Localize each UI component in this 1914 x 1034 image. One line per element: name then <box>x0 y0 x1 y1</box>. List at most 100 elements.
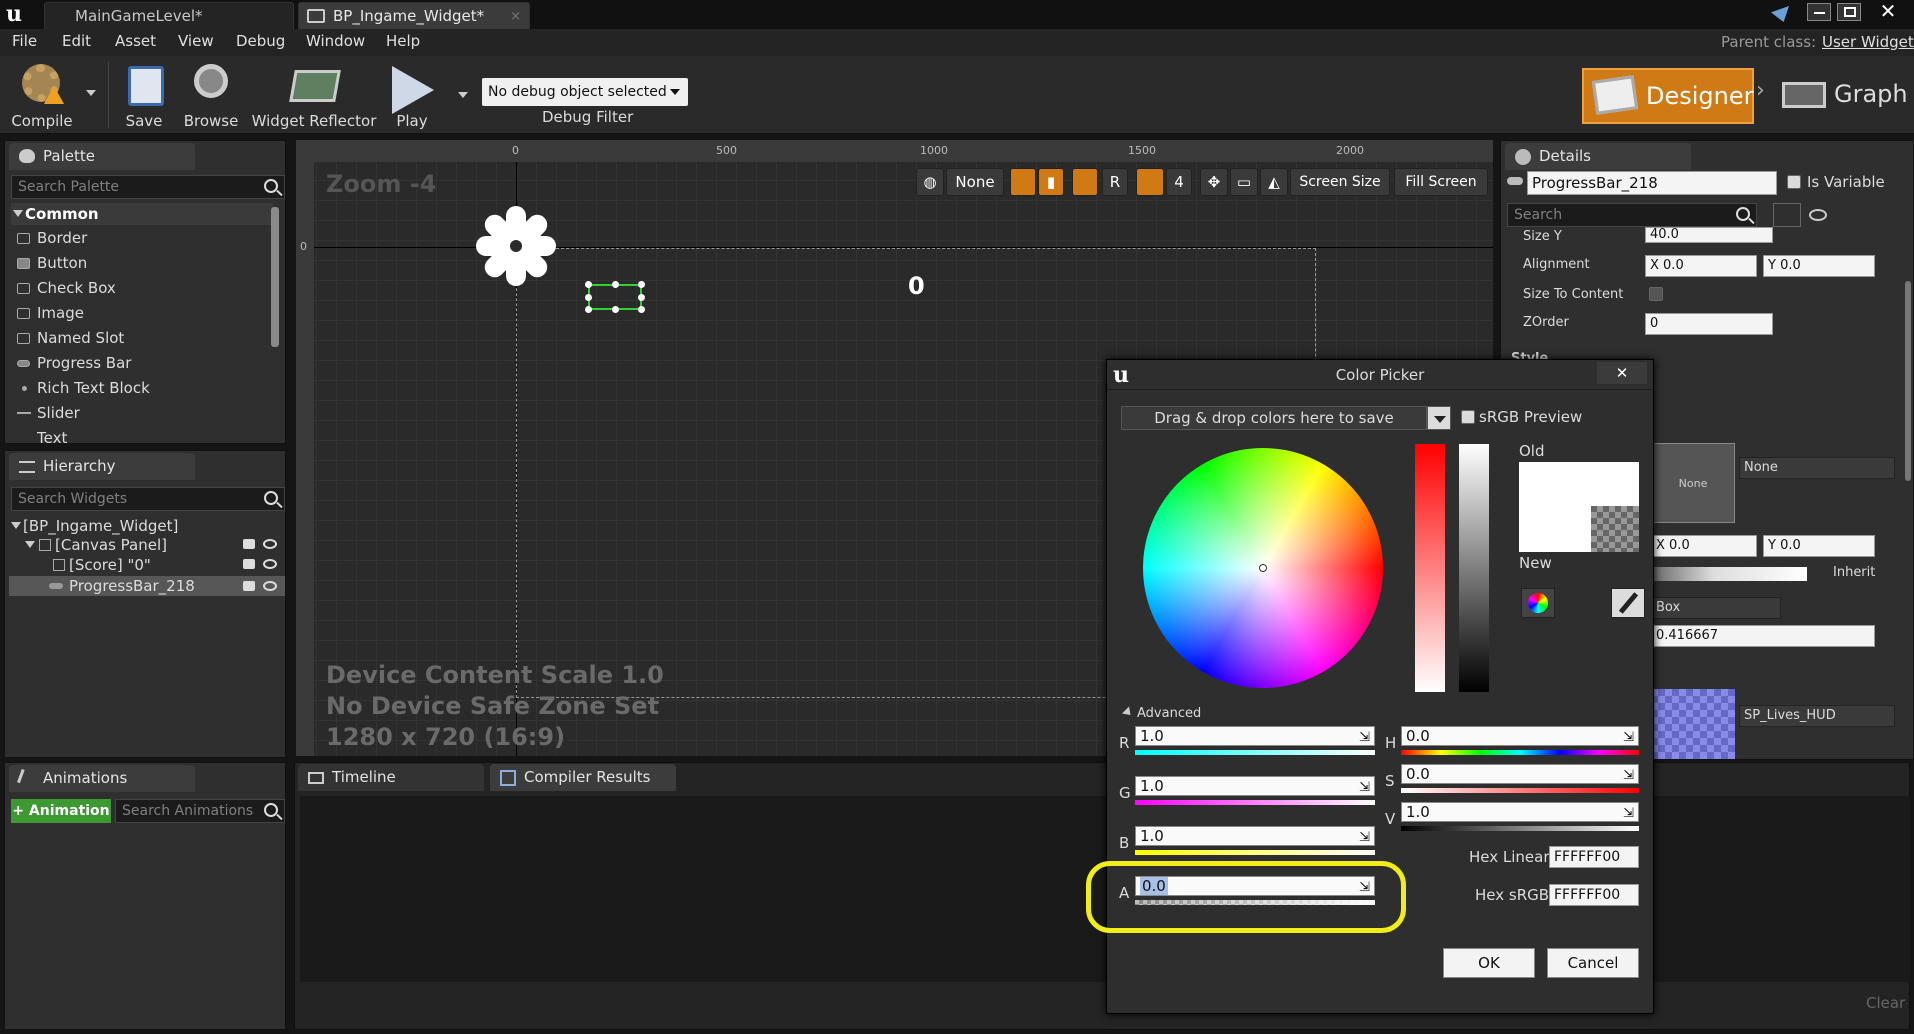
resize-handle[interactable] <box>638 281 645 288</box>
palette-tab[interactable]: Palette <box>9 143 195 170</box>
saturation-slider[interactable] <box>1415 444 1445 692</box>
save-button[interactable]: Save <box>112 60 176 132</box>
layout-toggle-icon[interactable] <box>1072 168 1098 196</box>
resize-handle[interactable] <box>585 306 592 313</box>
is-variable-checkbox[interactable] <box>1787 175 1801 189</box>
flip-icon[interactable]: ◭ <box>1260 168 1288 196</box>
lock-toggle-icon[interactable]: ▮ <box>1038 168 1064 196</box>
menu-debug[interactable]: Debug <box>236 32 285 50</box>
tree-progressbar-selected[interactable]: ProgressBar_218 <box>9 576 285 596</box>
widget-reflector-button[interactable]: Widget Reflector <box>250 60 378 132</box>
color-picker-titlebar[interactable]: u Color Picker ✕ <box>1107 360 1653 390</box>
hierarchy-tab[interactable]: Hierarchy <box>9 453 195 480</box>
s-slider[interactable]: 0.0 ⇲ <box>1401 764 1639 784</box>
fill-screen-dropdown[interactable]: Fill Screen <box>1394 168 1488 196</box>
tree-score[interactable]: [Score] "0" <box>25 556 283 574</box>
palette-search-input[interactable]: Search Palette <box>11 175 285 199</box>
grid-snap-icon[interactable] <box>1136 168 1164 196</box>
padding-y-field[interactable]: Y 0.0 <box>1763 535 1875 557</box>
r-button[interactable]: R <box>1102 168 1128 196</box>
compiler-results-tab[interactable]: Compiler Results <box>490 764 676 791</box>
close-window-button[interactable]: ✕ <box>1868 0 1908 22</box>
resize-handle[interactable] <box>585 294 592 301</box>
palette-item-named-slot[interactable]: Named Slot <box>17 329 124 347</box>
minimize-button[interactable] <box>1807 3 1831 21</box>
eye-icon[interactable] <box>263 581 277 591</box>
widget-name-field[interactable]: ProgressBar_218 <box>1527 171 1777 195</box>
size-to-content-checkbox[interactable] <box>1649 287 1663 301</box>
padding-x-field[interactable]: X 0.0 <box>1651 535 1757 557</box>
grid-view-icon[interactable] <box>1773 203 1801 227</box>
close-tab-icon[interactable]: × <box>510 3 521 30</box>
resize-handle[interactable] <box>638 306 645 313</box>
hex-srgb-field[interactable]: FFFFFF00 <box>1549 884 1639 906</box>
timeline-tab[interactable]: Timeline <box>298 764 484 791</box>
none-button[interactable]: None <box>946 168 1004 196</box>
image-icon[interactable]: ▭ <box>1230 168 1258 196</box>
menu-window[interactable]: Window <box>306 32 365 50</box>
details-scrollbar[interactable] <box>1905 281 1911 481</box>
parent-class-link[interactable]: User Widget <box>1822 33 1914 51</box>
unreal-logo[interactable]: u <box>6 1 32 27</box>
details-tab[interactable]: Details <box>1505 143 1691 170</box>
clear-button[interactable]: Clear <box>1866 994 1905 1012</box>
cancel-button[interactable]: Cancel <box>1547 948 1639 978</box>
b-slider[interactable]: 1.0 ⇲ <box>1135 826 1375 846</box>
alignment-x-field[interactable]: X 0.0 <box>1645 255 1757 277</box>
saved-colors-dropdown[interactable] <box>1427 406 1451 430</box>
progress-bar-selection[interactable] <box>585 281 645 313</box>
eye-icon[interactable] <box>263 559 277 569</box>
g-slider[interactable]: 1.0 ⇲ <box>1135 776 1375 796</box>
palette-item-border[interactable]: Border <box>17 229 87 247</box>
resize-handle[interactable] <box>638 294 645 301</box>
lock-icon[interactable] <box>243 581 255 591</box>
palette-item-slider[interactable]: Slider <box>17 404 80 422</box>
palette-scrollbar[interactable] <box>271 207 279 347</box>
grid-size-button[interactable]: 4 <box>1166 168 1192 196</box>
menu-edit[interactable]: Edit <box>62 32 91 50</box>
v-slider[interactable]: 1.0 ⇲ <box>1401 802 1639 822</box>
tab-bp-ingame-widget[interactable]: BP_Ingame_Widget* × <box>298 2 530 29</box>
palette-item-image[interactable]: Image <box>17 304 84 322</box>
zorder-field[interactable]: 0 <box>1645 313 1773 335</box>
eye-visibility-icon[interactable] <box>1809 209 1827 221</box>
fill-image-thumb[interactable] <box>1651 689 1735 759</box>
palette-item-progress-bar[interactable]: Progress Bar <box>17 354 131 372</box>
designer-tab[interactable]: Designer <box>1582 68 1754 124</box>
hierarchy-search-input[interactable]: Search Widgets <box>11 487 285 511</box>
resize-handle[interactable] <box>612 306 619 313</box>
color-wheel[interactable] <box>1143 448 1383 688</box>
alignment-y-field[interactable]: Y 0.0 <box>1763 255 1875 277</box>
menu-asset[interactable]: Asset <box>115 32 156 50</box>
color-theme-button[interactable] <box>1521 588 1555 618</box>
menu-help[interactable]: Help <box>386 32 420 50</box>
anchor-icon[interactable] <box>476 206 556 286</box>
palette-item-check-box[interactable]: Check Box <box>17 279 116 297</box>
lock-icon[interactable] <box>243 559 255 569</box>
add-animation-button[interactable]: + Animation <box>11 799 111 823</box>
menu-view[interactable]: View <box>178 32 214 50</box>
close-dialog-button[interactable]: ✕ <box>1597 362 1647 384</box>
notification-icon[interactable] <box>1771 6 1789 22</box>
draw-as-dropdown[interactable]: Box <box>1651 597 1781 619</box>
play-options-arrow[interactable] <box>458 92 468 98</box>
fill-image-dropdown[interactable]: SP_Lives_HUD <box>1739 705 1895 727</box>
resize-handle[interactable] <box>612 281 619 288</box>
palette-item-text[interactable]: Text <box>37 429 67 443</box>
eyedropper-button[interactable] <box>1611 588 1645 618</box>
screen-size-dropdown[interactable]: Screen Size <box>1290 168 1390 196</box>
saved-colors-bar[interactable]: Drag & drop colors here to save <box>1121 406 1427 430</box>
palette-item-button[interactable]: Button <box>17 254 87 272</box>
size-y-field[interactable]: 40.0 <box>1645 227 1773 243</box>
hex-linear-field[interactable]: FFFFFF00 <box>1549 846 1639 868</box>
compile-button[interactable]: Compile <box>6 60 78 132</box>
palette-item-rich-text-block[interactable]: Rich Text Block <box>22 379 150 397</box>
browse-button[interactable]: Browse <box>178 60 244 132</box>
score-text-widget[interactable]: 0 <box>908 272 925 300</box>
animations-search-input[interactable]: Search Animations <box>115 799 285 823</box>
percent-field[interactable]: 0.416667 <box>1651 625 1875 647</box>
details-search-input[interactable]: Search <box>1507 203 1757 227</box>
graph-tab[interactable]: Graph <box>1778 68 1908 124</box>
color-wheel-selector[interactable] <box>1259 564 1267 572</box>
value-slider[interactable] <box>1459 444 1489 692</box>
